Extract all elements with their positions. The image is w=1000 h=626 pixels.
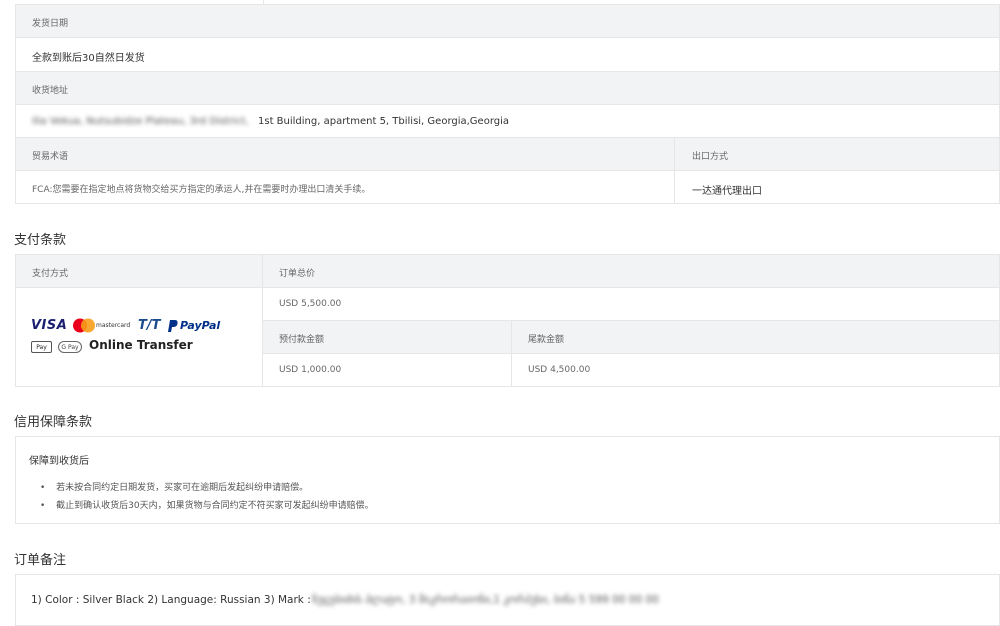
credit-box: 保障到收货后 • 若未按合同约定日期发货，买家可在逾期后发起纠纷申请赔偿。 • … — [15, 436, 1000, 524]
order-total-header: 订单总价 — [262, 254, 1000, 288]
list-item: • 若未按合同约定日期发货，买家可在逾期后发起纠纷申请赔偿。 — [40, 475, 374, 493]
balance-label: 尾款金额 — [528, 335, 565, 345]
trade-terms-value: FCA:您需要在指定地点将货物交给买方指定的承运人,并在需要时办理出口清关手续。 — [32, 185, 371, 195]
export-row: 一达通代理出口 — [674, 170, 1000, 204]
payment-method-header: 支付方式 — [15, 254, 263, 288]
tt-logo: T/T — [138, 318, 161, 333]
guarantee-item-1: 若未按合同约定日期发货，买家可在逾期后发起纠纷申请赔偿。 — [56, 483, 309, 493]
paypal-icon — [168, 320, 178, 332]
order-total-row: USD 5,500.00 — [262, 287, 1000, 321]
guarantee-list: • 若未按合同约定日期发货，买家可在逾期后发起纠纷申请赔偿。 • 截止到确认收货… — [40, 475, 374, 511]
export-header: 出口方式 — [674, 137, 1000, 171]
payment-method-label: 支付方式 — [32, 269, 69, 279]
bullet: • — [40, 501, 52, 511]
address-value: 1st Building, apartment 5, Tbilisi, Geor… — [258, 116, 510, 127]
delivery-date-row: 全款到账后30自然日发货 — [15, 37, 1000, 72]
delivery-table: 发货日期 全款到账后30自然日发货 收货地址 Ilia Vekua, Nutsu… — [15, 0, 1000, 204]
order-total-value: USD 5,500.00 — [279, 299, 342, 309]
deposit-label: 预付款金额 — [279, 335, 325, 345]
remarks-section-title: 订单备注 — [14, 553, 67, 568]
payment-logos: VISA mastercard T/T PayPal Pay G Pay Onl… — [15, 288, 262, 386]
delivery-date-value: 全款到账后30自然日发货 — [32, 53, 145, 64]
address-blurred: Ilia Vekua, Nutsubidze Plateau, 3rd Dist… — [32, 116, 249, 127]
deposit-header: 预付款金额 — [262, 320, 512, 354]
remarks-text: 1) Color : Silver Black 2) Language: Rus… — [31, 594, 311, 606]
bullet: • — [40, 483, 52, 493]
trade-terms-header: 贸易术语 — [15, 137, 675, 171]
mastercard-icon — [73, 318, 95, 333]
online-transfer-label: Online Transfer — [89, 338, 193, 352]
address-label: 收货地址 — [32, 86, 69, 96]
balance-value: USD 4,500.00 — [528, 365, 591, 375]
address-header: 收货地址 — [15, 71, 1000, 105]
trade-terms-row: FCA:您需要在指定地点将货物交给买方指定的承运人,并在需要时办理出口清关手续。 — [15, 170, 675, 204]
delivery-date-header: 发货日期 — [15, 4, 1000, 38]
delivery-date-label: 发货日期 — [32, 19, 69, 29]
apple-pay-badge: Pay — [31, 341, 52, 353]
mastercard-label: mastercard — [96, 322, 131, 329]
guarantee-title: 保障到收货后 — [29, 456, 89, 467]
deposit-value: USD 1,000.00 — [279, 365, 342, 375]
address-row: Ilia Vekua, Nutsubidze Plateau, 3rd Dist… — [15, 104, 1000, 138]
remarks-box: 1) Color : Silver Black 2) Language: Rus… — [15, 574, 1000, 626]
balance-header: 尾款金额 — [511, 320, 1000, 354]
credit-section-title: 信用保障条款 — [14, 415, 93, 430]
balance-row: USD 4,500.00 — [511, 353, 1000, 387]
order-total-label: 订单总价 — [279, 269, 316, 279]
remarks-blurred: ნუცუბიძის პლატო, 3 მიკრორაიონი,1 კორპუსი… — [312, 594, 659, 606]
guarantee-item-2: 截止到确认收货后30天内，如果货物与合同约定不符买家可发起纠纷申请赔偿。 — [56, 501, 374, 511]
google-pay-label: G Pay — [61, 344, 79, 351]
export-value: 一达通代理出口 — [692, 186, 762, 197]
export-label: 出口方式 — [692, 152, 729, 162]
google-pay-badge: G Pay — [58, 341, 82, 353]
apple-pay-label: Pay — [36, 344, 47, 351]
list-item: • 截止到确认收货后30天内，如果货物与合同约定不符买家可发起纠纷申请赔偿。 — [40, 493, 374, 511]
visa-logo: VISA — [31, 318, 68, 333]
deposit-row: USD 1,000.00 — [262, 353, 512, 387]
payment-section-title: 支付条款 — [14, 233, 67, 248]
trade-terms-label: 贸易术语 — [32, 152, 69, 162]
paypal-label: PayPal — [180, 319, 221, 332]
